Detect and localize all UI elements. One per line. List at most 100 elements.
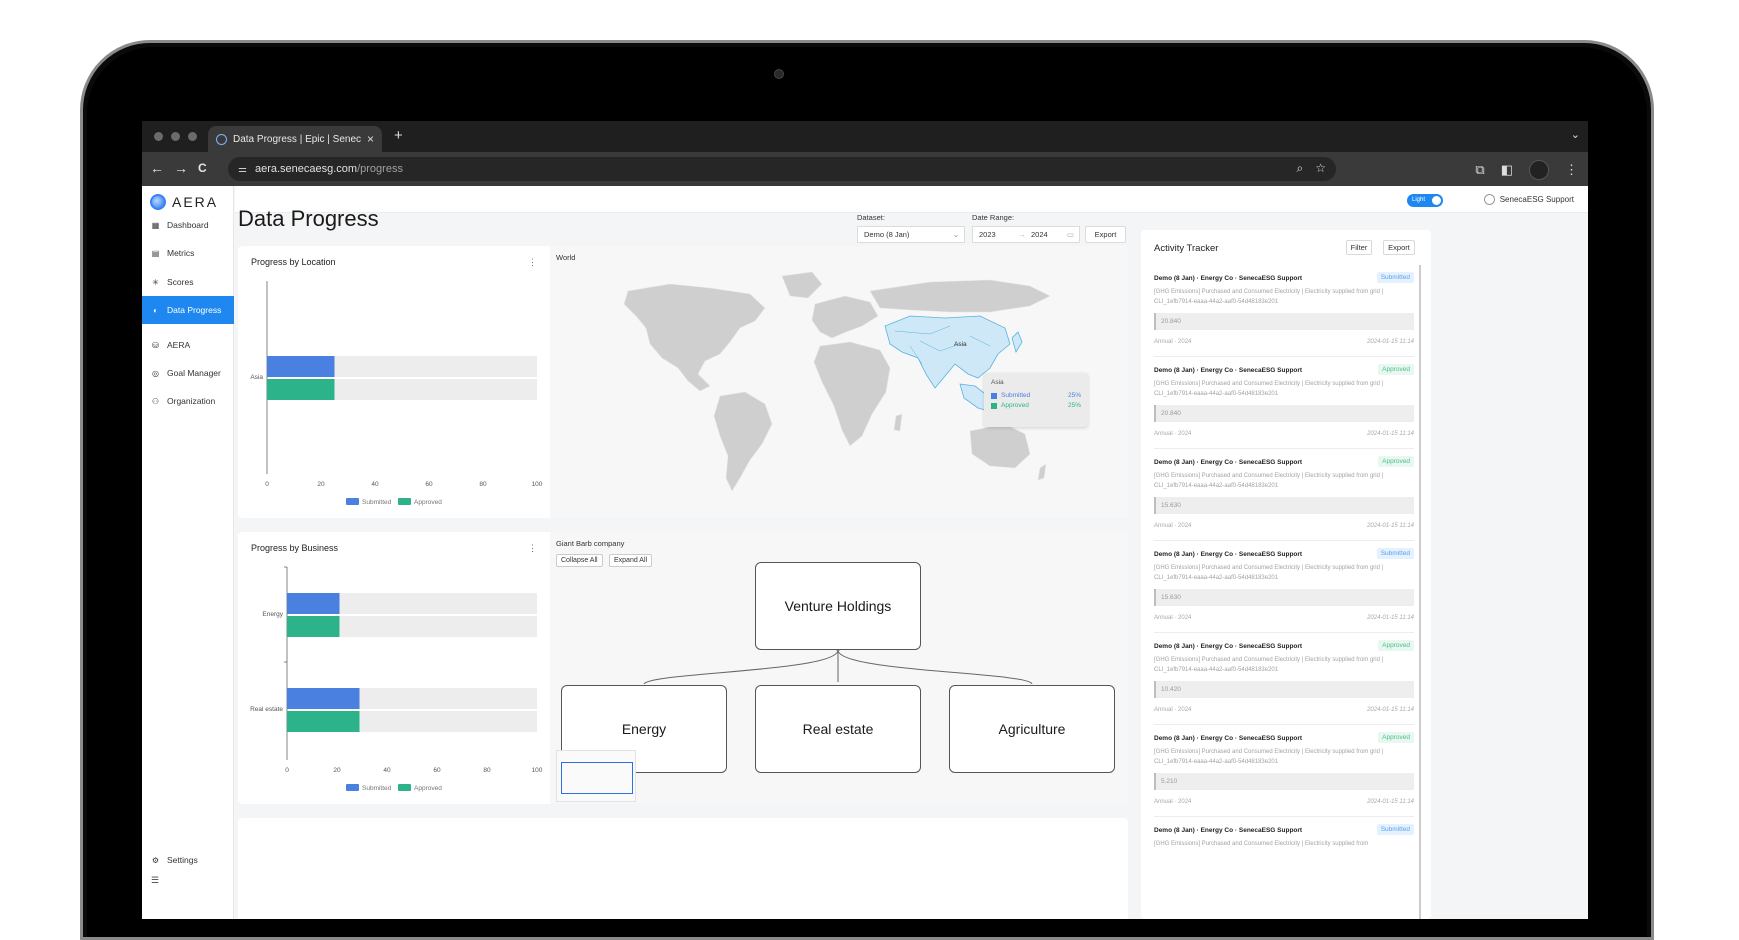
user-menu[interactable]: SenecaESG Support xyxy=(1483,194,1574,205)
sidebar-item-scores[interactable]: ✳ Scores xyxy=(142,268,234,296)
menu-icon[interactable]: ⋮ xyxy=(1565,162,1578,178)
calendar-icon: ▭ xyxy=(1066,230,1074,239)
australia xyxy=(969,423,1031,469)
scrollbar[interactable] xyxy=(1419,265,1421,919)
sidepanel-icon[interactable]: ◧ xyxy=(1501,162,1513,178)
activity-period: Annual · 2024 xyxy=(1154,523,1192,529)
org-tree-panel: Giant Barb company Collapse All Expand A… xyxy=(550,532,1128,804)
browser-tab[interactable]: Data Progress | Epic | Seneca × xyxy=(208,126,382,152)
sidebar-item-aera[interactable]: ⛁ AERA xyxy=(142,331,234,359)
tab-close-button[interactable]: × xyxy=(367,132,374,146)
sidebar-item-label: Scores xyxy=(167,277,194,287)
activity-item[interactable]: Demo (8 Jan) · Energy Co · SenecaESG Sup… xyxy=(1154,640,1414,735)
activity-item[interactable]: Demo (8 Jan) · Energy Co · SenecaESG Sup… xyxy=(1154,272,1414,367)
tree-node-root[interactable]: Venture Holdings xyxy=(755,562,921,650)
forward-button[interactable]: → xyxy=(174,160,188,176)
divider xyxy=(1154,632,1414,633)
sidebar-item-label: Dashboard xyxy=(167,220,209,230)
sidebar-item-data-progress[interactable]: ◐ Data Progress xyxy=(142,296,234,324)
activity-item[interactable]: Demo (8 Jan) · Energy Co · SenecaESG Sup… xyxy=(1154,456,1414,551)
activity-item[interactable]: Demo (8 Jan) · Energy Co · SenecaESG Sup… xyxy=(1154,824,1414,919)
madagascar xyxy=(893,413,903,432)
activity-item[interactable]: Demo (8 Jan) · Energy Co · SenecaESG Sup… xyxy=(1154,732,1414,827)
sidebar-item-goal-manager[interactable]: ◎ Goal Manager xyxy=(142,359,234,387)
profile-icon[interactable] xyxy=(1529,160,1549,180)
metrics-icon: ▤ xyxy=(151,248,160,258)
back-button[interactable]: ← xyxy=(150,160,164,176)
sidebar-item-settings[interactable]: ⚙ Settings xyxy=(142,846,234,874)
activity-heading: Demo (8 Jan) · Energy Co · SenecaESG Sup… xyxy=(1154,643,1303,650)
tree-node-real-estate[interactable]: Real estate xyxy=(755,685,921,773)
url-domain: aera.senecaesg.com xyxy=(254,163,358,175)
x-tick-label: 0 xyxy=(285,767,289,774)
window-controls[interactable] xyxy=(154,132,197,141)
minimap-viewport[interactable] xyxy=(561,762,633,794)
site-info-icon[interactable]: ⚌ xyxy=(238,164,247,175)
logo-text: AERA xyxy=(172,194,219,210)
star-icon[interactable]: ☆ xyxy=(1315,161,1326,176)
bar-submitted-asia xyxy=(267,356,335,377)
filter-button[interactable]: Filter xyxy=(1346,240,1372,255)
activity-heading: Demo (8 Jan) · Energy Co · SenecaESG Sup… xyxy=(1154,551,1303,558)
legend-swatch xyxy=(346,784,359,791)
south-america xyxy=(713,391,773,492)
collapse-sidebar-icon[interactable]: ☰ xyxy=(151,875,159,886)
sidebar-item-organization[interactable]: ⚇ Organization xyxy=(142,387,234,415)
maximize-window-button[interactable] xyxy=(188,132,197,141)
more-options-icon[interactable]: ⋮ xyxy=(528,543,537,554)
activity-value: 15.630 xyxy=(1154,589,1414,606)
x-tick-label: 100 xyxy=(532,767,543,774)
category-label: Real estate xyxy=(250,706,283,713)
tree-minimap[interactable] xyxy=(556,750,636,802)
close-window-button[interactable] xyxy=(154,132,163,141)
page-title: Data Progress xyxy=(238,206,379,231)
x-tick-label: 100 xyxy=(532,481,543,488)
address-bar[interactable]: ⚌ aera.senecaesg.com/progress ⌕ ☆ xyxy=(228,157,1336,181)
new-tab-button[interactable]: + xyxy=(394,127,403,144)
progress-by-location-card: Progress by Location ⋮ Asia 0 20 40 60 80 100 S… xyxy=(238,246,1128,518)
bar-submitted-real-estate xyxy=(287,688,360,709)
dataset-select[interactable]: Demo (8 Jan) ⌄ xyxy=(857,226,965,243)
status-badge: Approved xyxy=(1378,732,1414,743)
divider xyxy=(1154,356,1414,357)
zoom-icon[interactable]: ⌕ xyxy=(1297,161,1304,176)
activity-timestamp: 2024-01-15 11:14 xyxy=(1367,707,1414,713)
more-options-icon[interactable]: ⋮ xyxy=(528,257,537,268)
tab-search-button[interactable]: ⌄ xyxy=(1571,128,1580,141)
minimize-window-button[interactable] xyxy=(171,132,180,141)
reload-button[interactable]: C xyxy=(198,161,207,175)
activity-description: [GHG Emissions] Purchased and Consumed E… xyxy=(1154,749,1384,765)
activity-timestamp: 2024-01-15 11:14 xyxy=(1367,523,1414,529)
url-text[interactable]: aera.senecaesg.com/progress xyxy=(255,163,403,175)
tab-title: Data Progress | Epic | Seneca xyxy=(233,133,361,145)
legend-label: Submitted xyxy=(362,785,392,792)
goal-icon: ◎ xyxy=(152,368,159,378)
activity-item[interactable]: Demo (8 Jan) · Energy Co · SenecaESG Sup… xyxy=(1154,548,1414,643)
sidebar-item-label: AERA xyxy=(167,340,191,350)
status-badge: Submitted xyxy=(1376,272,1414,283)
north-america xyxy=(623,283,766,392)
activity-timestamp: 2024-01-15 11:14 xyxy=(1367,799,1414,805)
browser-tab-bar: Data Progress | Epic | Seneca × + ⌄ xyxy=(142,121,1588,152)
logo[interactable]: AERA xyxy=(150,194,218,210)
sidebar-item-dashboard[interactable]: ▦ Dashboard xyxy=(142,211,234,239)
extensions-icon[interactable]: ⧉ xyxy=(1475,162,1484,178)
activity-tracker: Activity Tracker Filter Export Demo (8 J… xyxy=(1141,230,1431,919)
activity-value: 20.840 xyxy=(1154,313,1414,330)
business-bar-chart: Energy Real estate 0 20 40 60 80 100 Submitted Ap… xyxy=(250,566,543,792)
tree-node-agriculture[interactable]: Agriculture xyxy=(949,685,1115,773)
screen: Data Progress | Epic | Seneca × + ⌄ ← → … xyxy=(142,121,1588,919)
activity-export-button[interactable]: Export xyxy=(1383,240,1415,255)
gear-icon: ⚙ xyxy=(151,855,160,865)
bar-submitted-energy xyxy=(287,593,340,614)
legend-swatch xyxy=(398,498,411,505)
export-button[interactable]: Export xyxy=(1085,226,1126,243)
date-range-picker[interactable]: 2023 → 2024 ▭ xyxy=(972,226,1080,243)
status-badge: Submitted xyxy=(1376,548,1414,559)
activity-item[interactable]: Demo (8 Jan) · Energy Co · SenecaESG Sup… xyxy=(1154,364,1414,459)
sidebar-item-metrics[interactable]: ▤ Metrics xyxy=(142,239,234,267)
activity-heading: Demo (8 Jan) · Energy Co · SenecaESG Sup… xyxy=(1154,275,1303,282)
status-badge: Approved xyxy=(1378,364,1414,375)
theme-toggle[interactable]: Light xyxy=(1407,194,1443,207)
sidebar-item-label: Settings xyxy=(167,855,198,865)
